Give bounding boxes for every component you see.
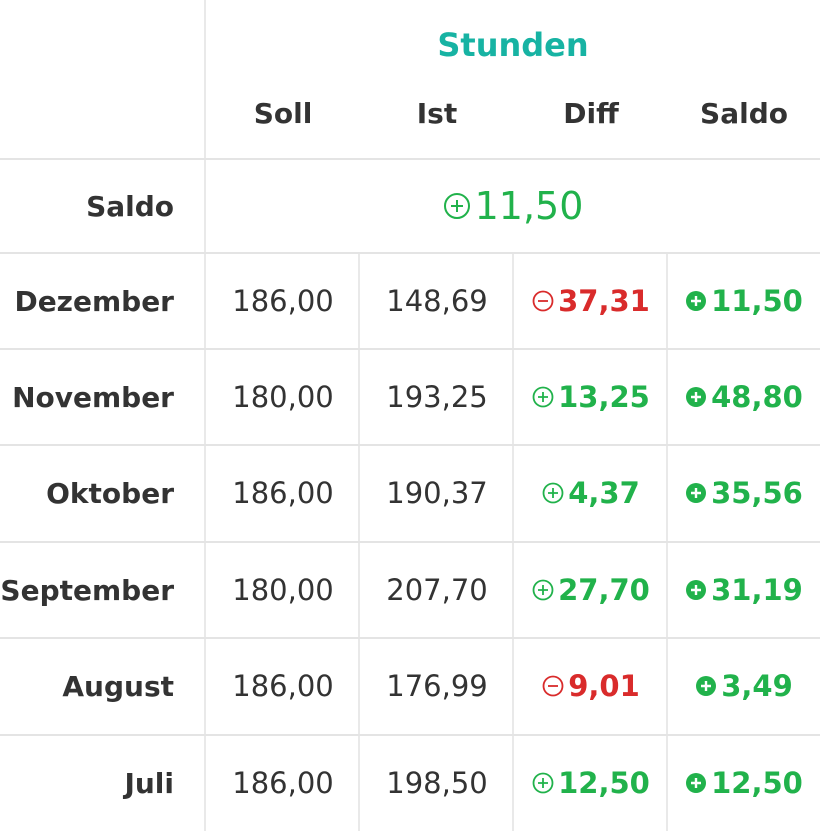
row-ist-value: 176,99 <box>386 669 488 703</box>
row-ist-value: 190,37 <box>386 476 488 510</box>
plus-circle-outline-icon <box>532 579 554 601</box>
saldo-total-value-wrap: 11,50 <box>443 184 584 228</box>
row-saldo-value: 35,56 <box>711 476 803 510</box>
row-soll-value: 180,00 <box>232 573 334 607</box>
row-diff-wrap: 37,31 <box>532 284 650 318</box>
row-diff-wrap: 12,50 <box>532 766 650 800</box>
row-saldo-cell: 12,50 <box>668 736 820 830</box>
row-diff-value: 27,70 <box>558 573 650 607</box>
row-month-label: September <box>0 573 174 607</box>
saldo-total-value: 11,50 <box>474 184 584 228</box>
column-header-saldo: Saldo <box>700 96 788 130</box>
row-diff-value: 12,50 <box>558 766 650 800</box>
row-saldo-value: 48,80 <box>711 380 803 414</box>
row-diff-cell: 4,37 <box>514 446 668 540</box>
saldo-total: 11,50 <box>206 160 820 252</box>
row-saldo-wrap: 35,56 <box>685 476 803 510</box>
plus-circle-outline-icon <box>532 772 554 794</box>
row-saldo-value: 12,50 <box>711 766 803 800</box>
saldo-label: Saldo <box>86 189 174 223</box>
row-diff-wrap: 13,25 <box>532 380 650 414</box>
plus-circle-filled-icon <box>695 675 717 697</box>
minus-circle-outline-icon <box>542 675 564 697</box>
row-soll-value: 180,00 <box>232 380 334 414</box>
plus-circle-filled-icon <box>685 579 707 601</box>
group-title: Stunden <box>437 26 589 64</box>
row-month-label: November <box>12 380 174 414</box>
plus-circle-filled-icon <box>685 772 707 794</box>
row-diff-cell: 12,50 <box>514 736 668 830</box>
row-month-label: August <box>62 669 174 703</box>
plus-circle-filled-icon <box>685 290 707 312</box>
plus-circle-filled-icon <box>685 386 707 408</box>
row-saldo-cell: 48,80 <box>668 350 820 444</box>
row-saldo-wrap: 31,19 <box>685 573 803 607</box>
row-soll-value: 186,00 <box>232 284 334 318</box>
row-month-label: Dezember <box>14 284 174 318</box>
row-saldo-value: 11,50 <box>711 284 803 318</box>
row-soll-value: 186,00 <box>232 766 334 800</box>
row-diff-cell: 9,01 <box>514 639 668 733</box>
row-saldo-wrap: 12,50 <box>685 766 803 800</box>
row-saldo-value: 31,19 <box>711 573 803 607</box>
row-soll-value: 186,00 <box>232 669 334 703</box>
column-header-soll: Soll <box>253 96 313 130</box>
row-saldo-wrap: 48,80 <box>685 380 803 414</box>
row-saldo-wrap: 11,50 <box>685 284 803 318</box>
row-ist-value: 148,69 <box>386 284 488 318</box>
row-diff-cell: 13,25 <box>514 350 668 444</box>
row-saldo-cell: 11,50 <box>668 254 820 348</box>
plus-circle-outline-icon <box>542 482 564 504</box>
row-ist-value: 207,70 <box>386 573 488 607</box>
minus-circle-outline-icon <box>532 290 554 312</box>
row-diff-wrap: 4,37 <box>542 476 640 510</box>
row-saldo-cell: 31,19 <box>668 543 820 637</box>
row-ist-value: 193,25 <box>386 380 488 414</box>
plus-circle-filled-icon <box>685 482 707 504</box>
row-diff-cell: 27,70 <box>514 543 668 637</box>
plus-circle-outline-icon <box>443 192 471 220</box>
column-header-diff: Diff <box>563 96 619 130</box>
row-diff-value: 13,25 <box>558 380 650 414</box>
row-saldo-cell: 3,49 <box>668 639 820 733</box>
row-diff-wrap: 9,01 <box>542 669 640 703</box>
row-diff-value: 37,31 <box>558 284 650 318</box>
row-saldo-wrap: 3,49 <box>695 669 793 703</box>
plus-circle-outline-icon <box>532 386 554 408</box>
row-month-label: Oktober <box>46 476 174 510</box>
row-diff-cell: 37,31 <box>514 254 668 348</box>
row-diff-value: 9,01 <box>568 669 640 703</box>
hours-table: Stunden Soll Ist Diff Saldo Saldo 11,50 … <box>0 0 820 831</box>
column-header-ist: Ist <box>416 96 458 130</box>
row-soll-value: 186,00 <box>232 476 334 510</box>
row-diff-value: 4,37 <box>568 476 640 510</box>
row-saldo-cell: 35,56 <box>668 446 820 540</box>
row-saldo-value: 3,49 <box>721 669 793 703</box>
row-month-label: Juli <box>124 766 174 800</box>
row-diff-wrap: 27,70 <box>532 573 650 607</box>
row-ist-value: 198,50 <box>386 766 488 800</box>
